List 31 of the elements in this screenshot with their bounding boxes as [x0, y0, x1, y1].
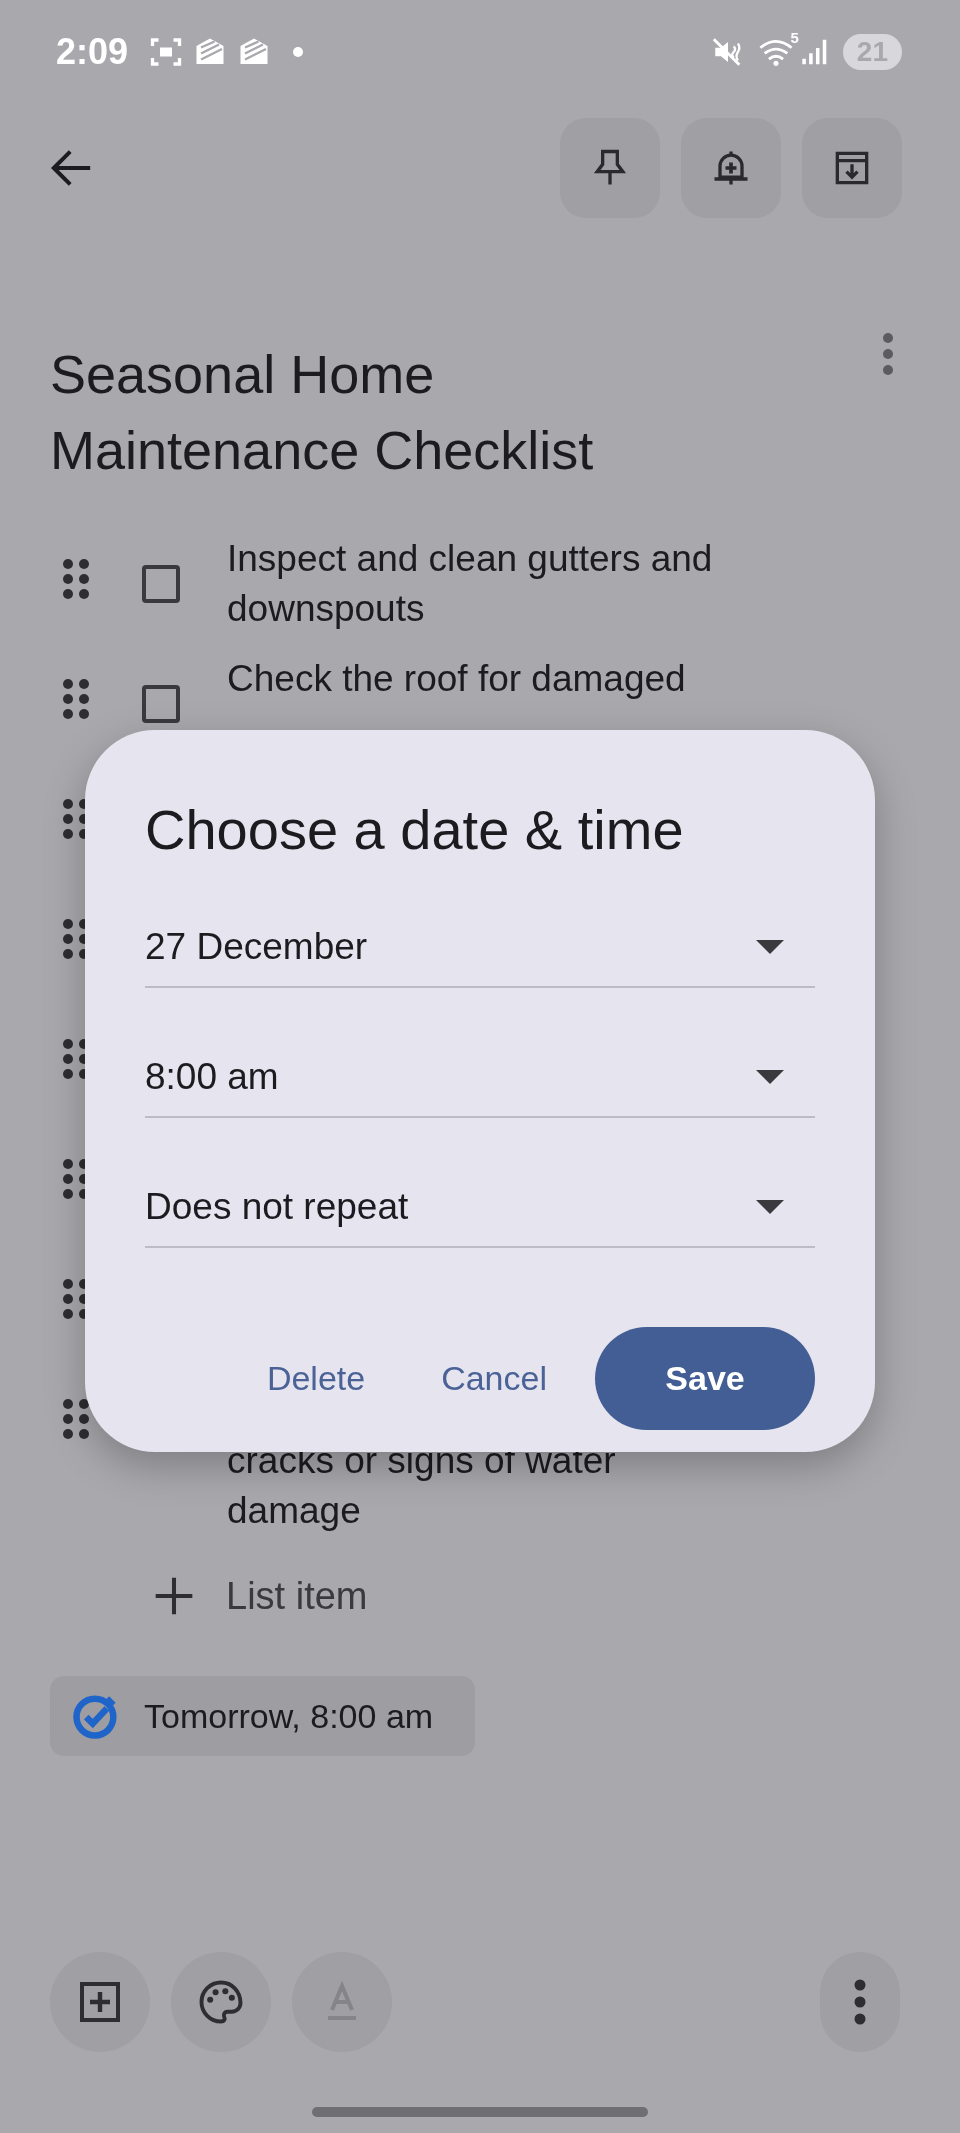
signal-icon	[800, 37, 829, 67]
network-type-label: 5	[790, 29, 799, 46]
note-title[interactable]: Seasonal Home Maintenance Checklist	[50, 336, 750, 488]
dropdown-field[interactable]: Does not repeat	[145, 1168, 815, 1248]
dropdown-arrow-icon	[755, 939, 785, 955]
save-button[interactable]: Save	[595, 1327, 815, 1430]
drag-handle-icon[interactable]	[62, 558, 90, 600]
dialog-title: Choose a date & time	[145, 797, 685, 863]
dialog-button[interactable]: Cancel	[413, 1327, 575, 1430]
more-icon	[853, 1978, 867, 2026]
checkbox[interactable]	[142, 565, 180, 603]
add-item-label: List item	[226, 1574, 368, 1618]
dropdown-field[interactable]: 8:00 am	[145, 1038, 815, 1118]
dot-icon	[292, 46, 305, 58]
list-item-text[interactable]: Inspect and clean gutters and downspouts	[227, 534, 722, 634]
add-list-item[interactable]: List item	[152, 1556, 368, 1636]
dialog-button[interactable]: Delete	[238, 1327, 394, 1430]
archive-button[interactable]	[802, 118, 902, 218]
reminder-button[interactable]	[681, 118, 781, 218]
drag-handle-icon[interactable]	[62, 678, 90, 720]
dropdown-arrow-icon	[755, 1199, 785, 1215]
more-icon[interactable]	[882, 332, 894, 376]
drag-handle-icon[interactable]	[62, 1398, 90, 1440]
wifi-icon	[758, 37, 793, 67]
checkbox[interactable]	[142, 685, 180, 723]
pin-button[interactable]	[560, 118, 660, 218]
clock-time: 2:09	[56, 31, 129, 73]
reminder-chip[interactable]: Tomorrow, 8:00 am	[50, 1676, 476, 1756]
dropdown-arrow-icon	[755, 1069, 785, 1085]
list-item-text[interactable]: Check the roof for damaged	[227, 654, 686, 704]
dropdown-field[interactable]: 27 December	[145, 908, 815, 988]
